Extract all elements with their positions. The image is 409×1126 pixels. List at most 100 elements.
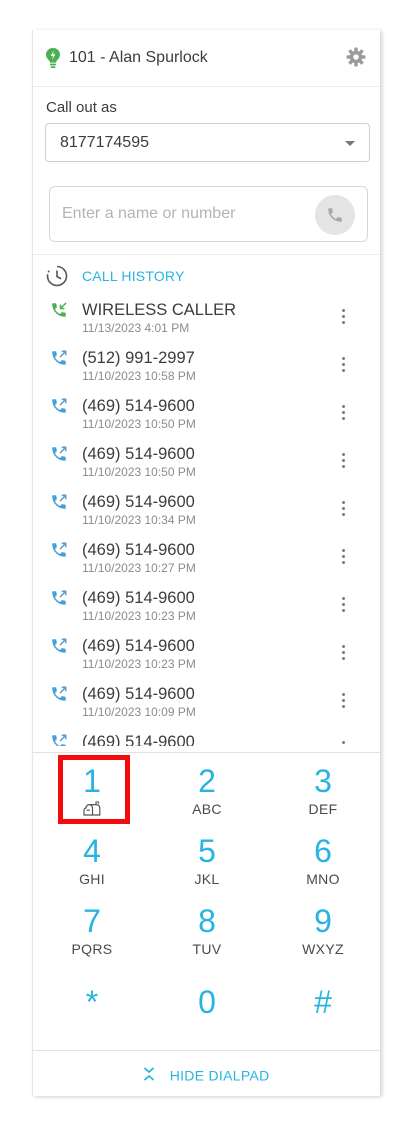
call-time: 11/10/2023 10:23 PM [82,657,196,671]
more-options-icon[interactable] [342,357,346,373]
more-options-icon[interactable] [342,309,346,325]
chevron-down-icon [345,141,355,146]
call-history-item[interactable]: (469) 514-9600 11/10/2023 10:50 PM [33,390,380,438]
dialpad-key-4[interactable]: 4 GHI [42,833,142,899]
call-time: 11/10/2023 10:23 PM [82,609,196,623]
more-options-icon[interactable] [342,693,346,709]
call-history-item[interactable]: (469) 514-9600 11/10/2023 10:50 PM [33,438,380,486]
dialpad-letters: PQRS [71,941,113,957]
hide-dialpad-button[interactable]: HIDE DIALPAD [33,1066,380,1090]
more-options-icon[interactable] [342,597,346,613]
outgoing-call-icon [52,398,67,413]
call-history-item[interactable]: (469) 514-9600 11/10/2023 10:27 PM [33,534,380,582]
call-out-value: 8177174595 [60,134,149,151]
call-history-item[interactable]: (512) 991-2997 11/10/2023 10:58 PM [33,342,380,390]
dialpad-digit: 9 [314,903,332,939]
dialpad-digit: 5 [198,833,216,869]
search-input[interactable] [62,202,302,226]
dialpad-digit: 2 [198,763,216,799]
dialpad-letters: GHI [79,871,105,887]
dialpad-digit: 3 [314,763,332,799]
dialpad-key-1[interactable]: 1 [42,755,142,829]
call-out-label: Call out as [46,99,117,116]
dialpad-key-7[interactable]: 7 PQRS [42,903,142,969]
call-time: 11/10/2023 10:58 PM [82,369,196,383]
outgoing-call-icon [52,638,67,653]
call-time: 11/10/2023 10:50 PM [82,417,196,431]
call-number: (469) 514-9600 [82,493,195,511]
call-history-item[interactable]: (469) 514-9600 11/10/2023 10:23 PM [33,630,380,678]
dialpad-letters: JKL [194,871,220,887]
call-history-item[interactable]: (469) 514-9600 11/10/2023 10:34 PM [33,486,380,534]
outgoing-call-icon [52,734,67,746]
call-number: (469) 514-9600 [82,637,195,655]
dialpad-key-8[interactable]: 8 TUV [157,903,257,969]
divider [33,1050,380,1051]
call-number: (469) 514-9600 [82,397,195,415]
dialpad-key-0[interactable]: 0 [157,979,257,1045]
gear-icon[interactable] [346,47,366,67]
dial-search-box [49,186,368,242]
divider [33,752,380,753]
dialpad: 1 2 ABC 3 DEF 4 GHI 5 JKL 6 MNO 7 PQRS 8 TUV 9 WXYZ * 0 # [33,755,380,1045]
call-number: (469) 514-9600 [82,541,195,559]
call-out-select[interactable]: 8177174595 [45,123,370,162]
call-history-header[interactable]: CALL HISTORY [45,264,365,288]
call-number: (469) 514-9600 [82,445,195,463]
call-number: (469) 514-9600 [82,589,195,607]
dialpad-digit: # [314,984,332,1020]
outgoing-call-icon [52,542,67,557]
call-time: 11/13/2023 4:01 PM [82,321,190,335]
dialpad-key-5[interactable]: 5 JKL [157,833,257,899]
dialpad-key-9[interactable]: 9 WXYZ [273,903,373,969]
collapse-chevron-icon [144,1067,155,1081]
call-history-item[interactable]: (469) 514-9600 11/10/2023 10:23 PM [33,582,380,630]
call-number: WIRELESS CALLER [82,301,237,319]
outgoing-call-icon [52,350,67,365]
call-time: 11/10/2023 10:50 PM [82,465,196,479]
status-bulb-icon[interactable] [45,47,61,69]
dialpad-digit: 6 [314,833,332,869]
more-options-icon[interactable] [342,501,346,517]
hide-dialpad-label: HIDE DIALPAD [169,1067,270,1084]
call-time: 11/10/2023 10:09 PM [82,705,196,719]
divider [33,254,380,255]
more-options-icon[interactable] [342,645,346,661]
call-number: (512) 991-2997 [82,349,195,367]
dialpad-digit: 0 [198,984,216,1020]
call-history-list: WIRELESS CALLER 11/13/2023 4:01 PM (512) 9… [33,294,380,746]
call-number: (469) 514-9600 [82,685,195,703]
outgoing-call-icon [52,686,67,701]
call-history-title: CALL HISTORY [82,268,185,284]
call-history-item[interactable]: (469) 514-9600 11/10/2023 10:09 PM [33,678,380,726]
call-number: (469) 514-9600 [82,733,195,746]
dialpad-letters: MNO [306,871,340,887]
more-options-icon[interactable] [342,549,346,565]
call-history-item[interactable]: (469) 514-9600 [33,726,380,746]
dialpad-digit: * [85,984,99,1020]
dialpad-key-6[interactable]: 6 MNO [273,833,373,899]
call-time: 11/10/2023 10:34 PM [82,513,196,527]
more-options-icon[interactable] [342,453,346,469]
page: 101 - Alan Spurlock Call out as 81771745… [0,0,409,1126]
call-button[interactable] [315,195,355,235]
user-name: 101 - Alan Spurlock [69,49,208,66]
dialpad-key-2[interactable]: 2 ABC [157,763,257,829]
outgoing-call-icon [52,590,67,605]
call-history-item[interactable]: WIRELESS CALLER 11/13/2023 4:01 PM [33,294,380,342]
more-options-icon[interactable] [342,405,346,421]
outgoing-call-icon [52,446,67,461]
dialpad-key-3[interactable]: 3 DEF [273,763,373,829]
dialpad-letters: TUV [192,941,222,957]
phone-panel: 101 - Alan Spurlock Call out as 81771745… [32,30,380,1096]
more-options-icon[interactable] [342,741,346,746]
dialpad-key-star[interactable]: * [42,979,142,1045]
dialpad-key-hash[interactable]: # [273,979,373,1045]
dialpad-digit: 7 [83,903,101,939]
call-time: 11/10/2023 10:27 PM [82,561,196,575]
dialpad-digit: 4 [83,833,101,869]
history-clock-icon [46,265,68,287]
highlight-box [58,755,130,824]
phone-icon [328,208,342,222]
outgoing-call-icon [52,494,67,509]
